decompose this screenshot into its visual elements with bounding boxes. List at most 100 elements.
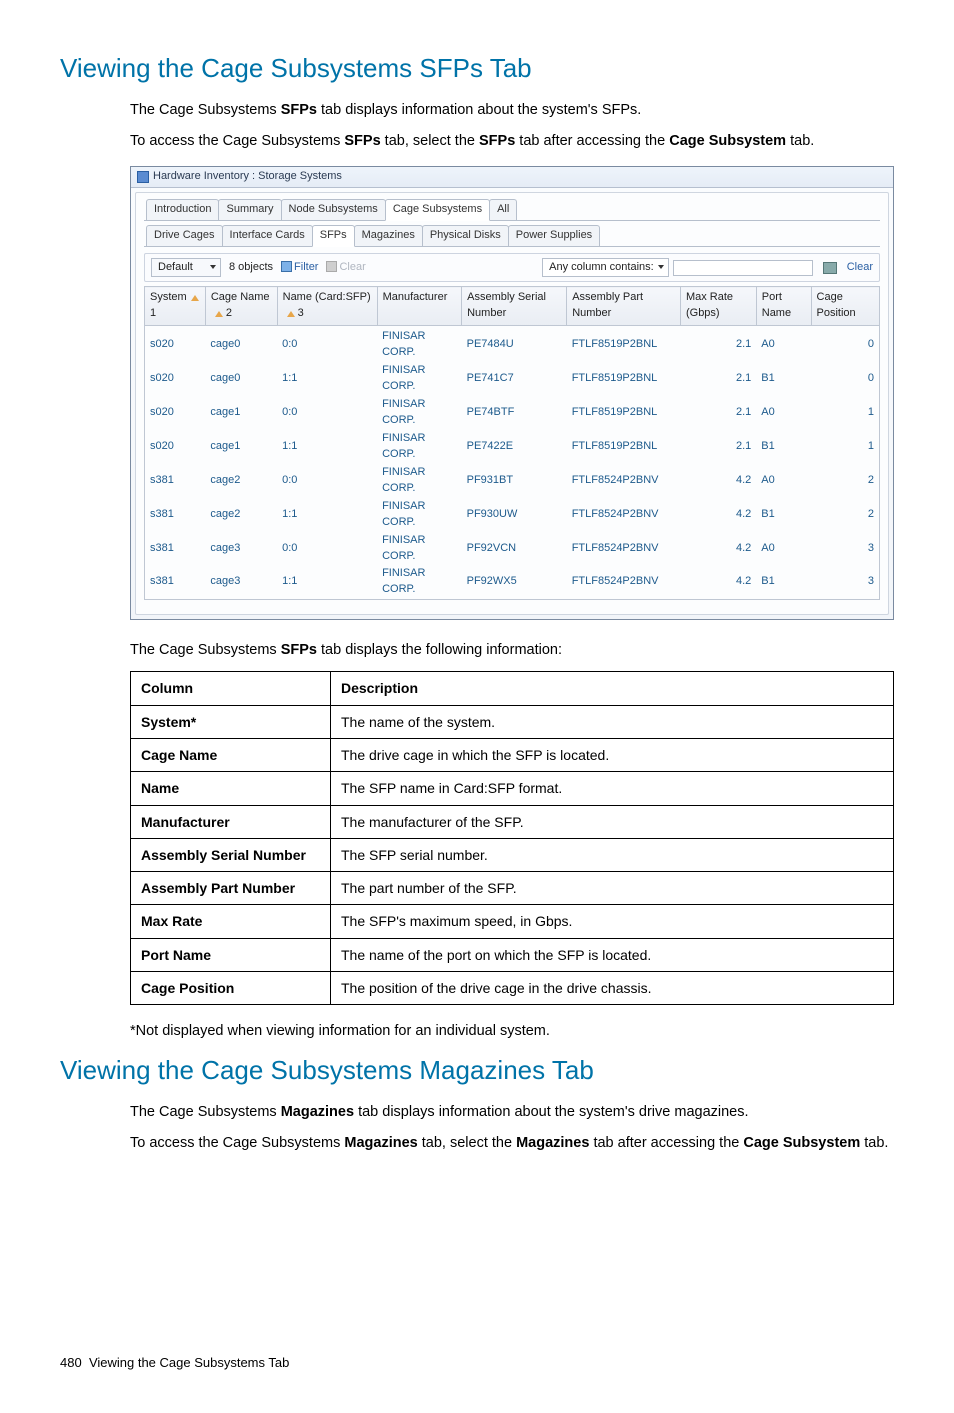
text: tab displays information about the syste… xyxy=(317,102,641,118)
table-cell: s020 xyxy=(145,430,206,464)
filter-button[interactable]: Filter xyxy=(281,260,318,276)
view-dropdown[interactable]: Default xyxy=(151,258,221,278)
table-row[interactable]: s381cage21:1FINISAR CORP.PF930UWFTLF8524… xyxy=(145,498,880,532)
table-cell: FTLF8524P2BNV xyxy=(567,498,681,532)
window-title: Hardware Inventory : Storage Systems xyxy=(153,169,342,185)
table-cell: FTLF8519P2BNL xyxy=(567,326,681,362)
subtab-physical-disks[interactable]: Physical Disks xyxy=(422,225,509,246)
page-number: 480 xyxy=(60,1355,82,1370)
desc-column-name: Assembly Part Number xyxy=(131,872,331,905)
column-header[interactable]: Cage Position xyxy=(811,287,879,326)
table-cell: PF92WX5 xyxy=(462,565,567,599)
table-cell: 2 xyxy=(811,464,879,498)
tab-summary[interactable]: Summary xyxy=(218,199,281,220)
table-cell: FINISAR CORP. xyxy=(377,565,462,599)
clear-filter-button[interactable]: Clear xyxy=(326,260,365,276)
tab-introduction[interactable]: Introduction xyxy=(146,199,219,220)
table-cell: 4.2 xyxy=(680,532,756,566)
desc-column-desc: The part number of the SFP. xyxy=(331,872,894,905)
footnote: *Not displayed when viewing information … xyxy=(130,1021,894,1042)
table-cell: 0:0 xyxy=(277,326,377,362)
text: To access the Cage Subsystems xyxy=(130,133,344,149)
table-row[interactable]: s020cage10:0FINISAR CORP.PE74BTFFTLF8519… xyxy=(145,396,880,430)
sort-order: 1 xyxy=(150,307,156,319)
desc-column-desc: The SFP name in Card:SFP format. xyxy=(331,772,894,805)
table-cell: FINISAR CORP. xyxy=(377,464,462,498)
desc-column-desc: The position of the drive cage in the dr… xyxy=(331,972,894,1005)
sfps-data-table: System 1Cage Name 2Name (Card:SFP) 3Manu… xyxy=(144,286,880,600)
subtab-power-supplies[interactable]: Power Supplies xyxy=(508,225,600,246)
text: The Cage Subsystems xyxy=(130,1104,281,1120)
description-table: Column Description System*The name of th… xyxy=(130,671,894,1005)
desc-column-name: Manufacturer xyxy=(131,805,331,838)
print-icon[interactable] xyxy=(823,262,837,274)
sort-indicator-icon xyxy=(287,311,295,317)
sort-order: 3 xyxy=(295,307,304,319)
subtab-magazines[interactable]: Magazines xyxy=(354,225,423,246)
tab-node-subsystems[interactable]: Node Subsystems xyxy=(281,199,386,220)
text: tab displays the following information: xyxy=(317,642,562,658)
table-cell: PF931BT xyxy=(462,464,567,498)
column-header[interactable]: Manufacturer xyxy=(377,287,462,326)
table-cell: FINISAR CORP. xyxy=(377,362,462,396)
column-header[interactable]: Cage Name 2 xyxy=(205,287,277,326)
table-cell: FINISAR CORP. xyxy=(377,532,462,566)
text-bold: Magazines xyxy=(516,1135,589,1151)
table-cell: s020 xyxy=(145,326,206,362)
column-header[interactable]: Assembly Serial Number xyxy=(462,287,567,326)
table-cell: 0:0 xyxy=(277,532,377,566)
table-cell: 2 xyxy=(811,498,879,532)
table-row[interactable]: s381cage31:1FINISAR CORP.PF92WX5FTLF8524… xyxy=(145,565,880,599)
table-cell: FTLF8519P2BNL xyxy=(567,362,681,396)
tab-cage-subsystems[interactable]: Cage Subsystems xyxy=(385,199,490,221)
table-cell: 2.1 xyxy=(680,430,756,464)
clear-search-button[interactable]: Clear xyxy=(847,260,873,276)
table-cell: s381 xyxy=(145,532,206,566)
table-cell: B1 xyxy=(756,362,811,396)
desc-header-description: Description xyxy=(331,672,894,705)
table-cell: 0 xyxy=(811,326,879,362)
table-cell: 2.1 xyxy=(680,326,756,362)
table-cell: B1 xyxy=(756,565,811,599)
desc-column-desc: The name of the port on which the SFP is… xyxy=(331,938,894,971)
intro-para-sfps: The Cage Subsystems SFPs tab displays in… xyxy=(130,100,894,121)
subtab-interface-cards[interactable]: Interface Cards xyxy=(222,225,313,246)
desc-row: Cage PositionThe position of the drive c… xyxy=(131,972,894,1005)
subtab-sfps[interactable]: SFPs xyxy=(312,225,355,247)
column-header[interactable]: Assembly Part Number xyxy=(567,287,681,326)
table-cell: cage3 xyxy=(205,532,277,566)
table-row[interactable]: s020cage11:1FINISAR CORP.PE7422EFTLF8519… xyxy=(145,430,880,464)
text: tab displays information about the syste… xyxy=(354,1104,748,1120)
table-cell: cage2 xyxy=(205,464,277,498)
intro-para-magazines: The Cage Subsystems Magazines tab displa… xyxy=(130,1102,894,1123)
column-header[interactable]: Port Name xyxy=(756,287,811,326)
column-header[interactable]: Max Rate (Gbps) xyxy=(680,287,756,326)
subtab-drive-cages[interactable]: Drive Cages xyxy=(146,225,223,246)
sort-indicator-icon xyxy=(215,311,223,317)
desc-column-name: Cage Name xyxy=(131,738,331,771)
desc-column-name: Max Rate xyxy=(131,905,331,938)
text-bold: Cage Subsystem xyxy=(669,133,786,149)
displays-para: The Cage Subsystems SFPs tab displays th… xyxy=(130,640,894,661)
text-bold: SFPs xyxy=(344,133,380,149)
table-cell: cage1 xyxy=(205,430,277,464)
table-cell: PF930UW xyxy=(462,498,567,532)
search-input[interactable] xyxy=(673,260,813,276)
column-header[interactable]: System 1 xyxy=(145,287,206,326)
table-cell: FTLF8524P2BNV xyxy=(567,464,681,498)
column-header[interactable]: Name (Card:SFP) 3 xyxy=(277,287,377,326)
desc-row: Port NameThe name of the port on which t… xyxy=(131,938,894,971)
desc-column-name: Port Name xyxy=(131,938,331,971)
table-row[interactable]: s020cage00:0FINISAR CORP.PE7484UFTLF8519… xyxy=(145,326,880,362)
table-cell: B1 xyxy=(756,430,811,464)
table-cell: PE74BTF xyxy=(462,396,567,430)
tab-all[interactable]: All xyxy=(489,199,517,220)
any-column-dropdown[interactable]: Any column contains: xyxy=(542,258,669,278)
table-row[interactable]: s020cage01:1FINISAR CORP.PE741C7FTLF8519… xyxy=(145,362,880,396)
object-count: 8 objects xyxy=(229,260,273,276)
table-row[interactable]: s381cage30:0FINISAR CORP.PF92VCNFTLF8524… xyxy=(145,532,880,566)
text-bold: SFPs xyxy=(281,642,317,658)
table-cell: 4.2 xyxy=(680,464,756,498)
upper-tab-row: IntroductionSummaryNode SubsystemsCage S… xyxy=(144,199,880,221)
table-row[interactable]: s381cage20:0FINISAR CORP.PF931BTFTLF8524… xyxy=(145,464,880,498)
